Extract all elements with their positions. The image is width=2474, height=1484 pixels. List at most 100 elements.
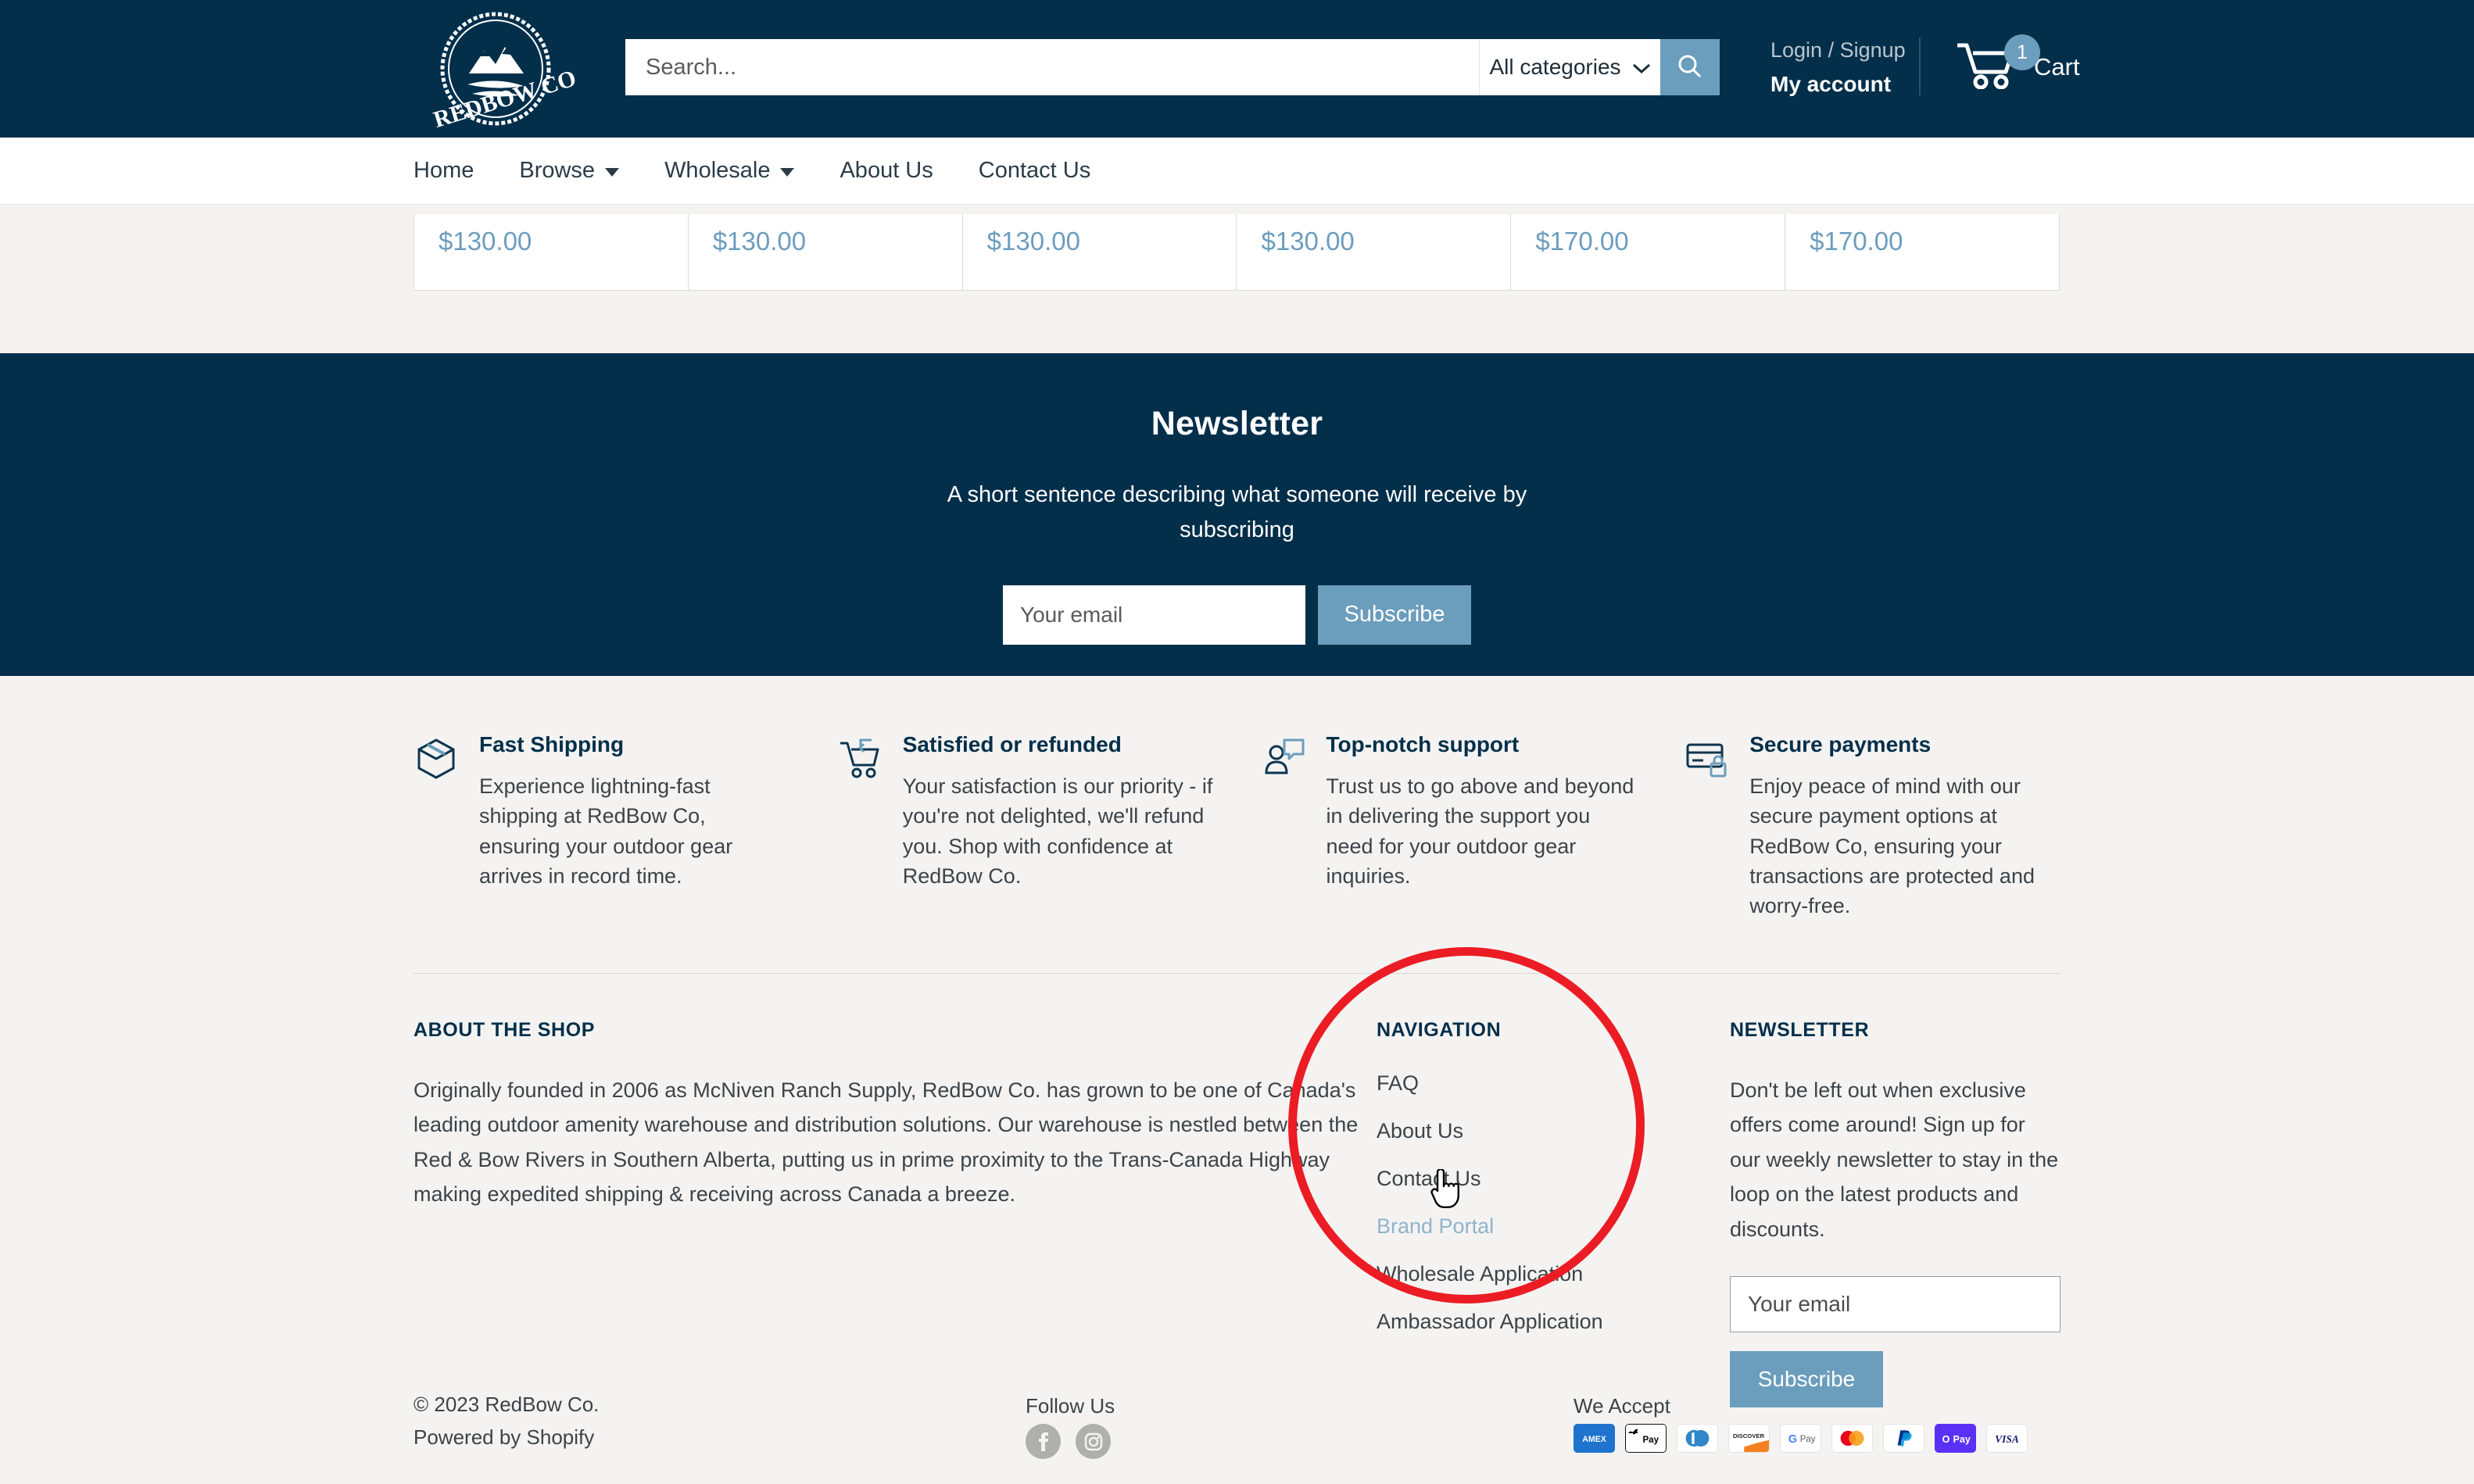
nav-item-home[interactable]: Home: [414, 158, 474, 184]
follow-us-label: Follow Us: [1026, 1394, 1115, 1418]
product-price: $130.00: [439, 227, 532, 256]
product-card[interactable]: $170.00: [1511, 214, 1786, 290]
product-price: $170.00: [1810, 227, 1903, 256]
powered-by-shopify-link[interactable]: Powered by Shopify: [414, 1425, 594, 1450]
footer-columns: ABOUT THE SHOP Originally founded in 200…: [0, 974, 2474, 1408]
paypal-icon: [1883, 1424, 1924, 1453]
nav-label: Wholesale: [664, 158, 771, 183]
nav-item-contact-us[interactable]: Contact Us: [979, 158, 1090, 184]
site-header: REDBOW CO All categories Login / Signup …: [0, 0, 2474, 138]
facebook-icon[interactable]: [1026, 1424, 1061, 1459]
account-menu[interactable]: Login / Signup My account: [1770, 38, 1906, 97]
amex-icon: AMEX: [1574, 1424, 1615, 1453]
instagram-icon[interactable]: [1076, 1424, 1111, 1459]
apple-pay-icon: Pay: [1625, 1424, 1667, 1453]
footer-newsletter-heading: NEWSLETTER: [1730, 1018, 1870, 1041]
feature-body: Trust us to go above and beyond in deliv…: [1326, 774, 1634, 888]
feature-satisfied-or-refunded: Satisfied or refunded Your satisfaction …: [837, 732, 1261, 921]
footer-about-heading: ABOUT THE SHOP: [414, 1018, 596, 1041]
product-card[interactable]: $130.00: [414, 214, 689, 290]
newsletter-subscribe-button[interactable]: Subscribe: [1318, 585, 1471, 645]
newsletter-email-input[interactable]: [1003, 585, 1305, 645]
nav-item-about-us[interactable]: About Us: [840, 158, 933, 184]
cart-count-badge: 1: [2004, 34, 2040, 70]
svg-text:AMEX: AMEX: [1582, 1435, 1606, 1444]
category-select-value: All categories: [1489, 55, 1621, 79]
feature-body: Enjoy peace of mind with our secure paym…: [1749, 774, 2035, 918]
footer-link-brand-portal[interactable]: Brand Portal: [1377, 1215, 1730, 1237]
product-card[interactable]: $170.00: [1785, 214, 2059, 290]
nav-label: Contact Us: [978, 158, 1091, 183]
product-card[interactable]: $130.00: [1237, 214, 1512, 290]
product-price: $130.00: [712, 227, 807, 256]
footer-link-ambassador-application[interactable]: Ambassador Application: [1377, 1311, 1730, 1332]
cart-icon: [1954, 43, 2018, 92]
feature-secure-payments: Secure payments Enjoy peace of mind with…: [1684, 732, 2060, 921]
mastercard-icon: [1831, 1424, 1873, 1453]
my-account-link[interactable]: My account: [1770, 72, 1906, 97]
footer-navigation-heading: NAVIGATION: [1377, 1018, 1502, 1041]
nav-label: Home: [414, 158, 474, 183]
card-lock-icon: [1684, 732, 1729, 921]
newsletter-subtitle: A short sentence describing what someone…: [947, 482, 1527, 542]
copyright-text: © 2023 RedBow Co.: [414, 1393, 600, 1416]
feature-body: Experience lightning-fast shipping at Re…: [479, 774, 733, 888]
footer-about-column: ABOUT THE SHOP Originally founded in 200…: [414, 1019, 1377, 1408]
nav-item-wholesale[interactable]: Wholesale: [664, 158, 795, 184]
footer-link-wholesale-application[interactable]: Wholesale Application: [1377, 1263, 1730, 1285]
svg-text:VISA: VISA: [1995, 1433, 2019, 1445]
box-icon: [414, 732, 459, 921]
main-navigation: Home Browse Wholesale About Us Contact U…: [0, 138, 2474, 205]
footer-navigation-column: NAVIGATION FAQ About Us Contact Us Brand…: [1377, 1019, 1730, 1408]
chevron-down-icon: [1632, 55, 1651, 80]
product-price: $170.00: [1535, 227, 1629, 256]
feature-top-notch-support: Top-notch support Trust us to go above a…: [1261, 732, 1685, 921]
newsletter-band: Newsletter A short sentence describing w…: [0, 353, 2474, 676]
footer-bottom-bar: © 2023 RedBow Co. Powered by Shopify Fol…: [0, 1383, 2474, 1484]
nav-item-browse[interactable]: Browse: [519, 158, 620, 184]
footer-newsletter-body: Don't be left out when exclusive offers …: [1730, 1078, 2059, 1241]
svg-text:G: G: [1788, 1433, 1797, 1446]
footer-link-about-us[interactable]: About Us: [1377, 1120, 1730, 1142]
payment-methods: AMEX Pay DISCOVER G Pay O Pay VISA: [1574, 1424, 2028, 1453]
logo-wordmark: REDBOW CO: [431, 65, 579, 128]
category-select[interactable]: All categories: [1479, 39, 1660, 95]
svg-text:DISCOVER: DISCOVER: [1733, 1432, 1765, 1439]
product-card[interactable]: $130.00: [963, 214, 1237, 290]
feature-title: Fast Shipping: [479, 732, 625, 756]
nav-label: About Us: [840, 158, 933, 183]
chevron-down-icon: [780, 168, 795, 177]
visa-icon: VISA: [1986, 1424, 2028, 1453]
feature-title: Secure payments: [1749, 732, 1932, 756]
svg-text:Pay: Pay: [1642, 1436, 1659, 1445]
discover-icon: DISCOVER: [1728, 1424, 1770, 1453]
newsletter-title: Newsletter: [1151, 405, 1323, 442]
header-divider: [1919, 38, 1921, 95]
cart-return-icon: [837, 732, 883, 921]
feature-title: Satisfied or refunded: [902, 732, 1122, 756]
svg-text:Pay: Pay: [1953, 1434, 1971, 1445]
we-accept-label: We Accept: [1574, 1394, 1670, 1418]
login-signup-link[interactable]: Login / Signup: [1770, 38, 1906, 64]
product-price: $130.00: [1261, 227, 1355, 256]
search-input[interactable]: [625, 39, 1479, 95]
google-pay-icon: G Pay: [1780, 1424, 1821, 1453]
footer-link-contact-us[interactable]: Contact Us: [1377, 1168, 1730, 1189]
site-logo[interactable]: REDBOW CO: [405, 9, 586, 133]
nav-label: Browse: [519, 158, 596, 183]
search-icon: [1676, 52, 1704, 83]
cart-button[interactable]: 1 Cart: [1954, 34, 2080, 93]
product-card[interactable]: $130.00: [689, 214, 963, 290]
newsletter-form: Subscribe: [0, 585, 2474, 645]
svg-text:Pay: Pay: [1800, 1435, 1816, 1444]
social-links: [1026, 1424, 1111, 1459]
feature-body: Your satisfaction is our priority - if y…: [902, 774, 1213, 888]
footer-link-faq[interactable]: FAQ: [1377, 1072, 1730, 1094]
search-button[interactable]: [1660, 39, 1720, 95]
feature-fast-shipping: Fast Shipping Experience lightning-fast …: [414, 732, 837, 921]
shop-pay-icon: O Pay: [1935, 1424, 1976, 1453]
feature-title: Top-notch support: [1326, 732, 1520, 756]
product-grid-partial: $130.00 $130.00 $130.00 $130.00 $170.00 …: [0, 205, 2474, 353]
footer-email-input[interactable]: [1730, 1276, 2060, 1333]
cart-label: Cart: [2034, 52, 2080, 80]
